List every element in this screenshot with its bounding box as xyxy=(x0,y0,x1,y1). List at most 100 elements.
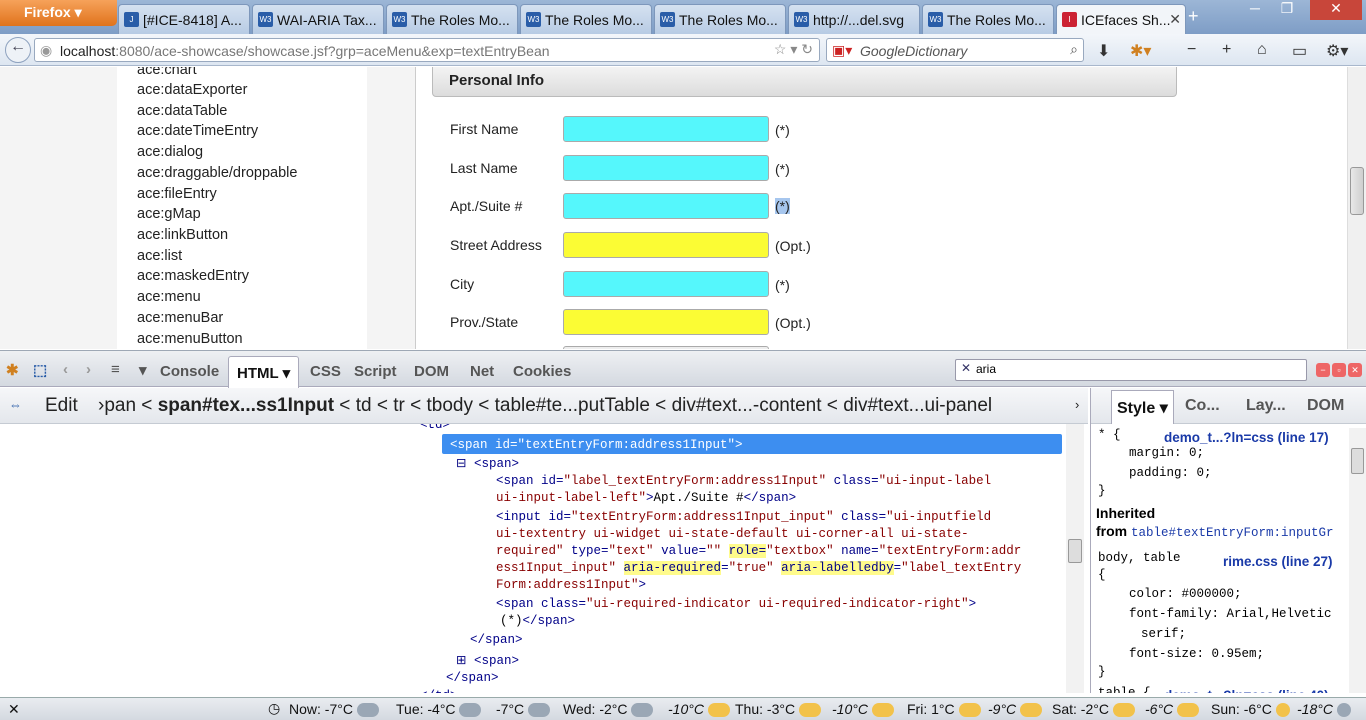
scrollbar-thumb[interactable] xyxy=(1351,448,1364,474)
inherited-from-link[interactable]: table#textEntryForm:inputGr xyxy=(1131,526,1334,540)
reload-icon[interactable]: ↻ xyxy=(801,41,813,57)
maximize-window-button[interactable]: ❐ xyxy=(1272,0,1302,20)
browser-tab[interactable]: W3 http://...del.svg xyxy=(788,4,920,34)
breadcrumb-item[interactable]: tbody xyxy=(426,395,472,416)
prov-state-input[interactable] xyxy=(563,309,769,335)
breadcrumb-item[interactable]: table#te...putTable xyxy=(495,395,650,416)
firebug-icon[interactable]: ✱ xyxy=(6,361,19,379)
tab-console[interactable]: Console xyxy=(160,363,219,380)
tools-menu-icon[interactable]: ⚙▾ xyxy=(1326,41,1348,61)
sidebar-item[interactable]: ace:chart xyxy=(137,67,197,78)
browser-tab[interactable]: W3 The Roles Mo... xyxy=(520,4,652,34)
sidebar-item[interactable]: ace:menuBar xyxy=(137,310,223,326)
close-window-button[interactable]: ✕ xyxy=(1310,0,1362,20)
firefox-menu-button[interactable]: Firefox ▾ xyxy=(0,0,117,26)
bookmark-star-icon[interactable]: ☆ xyxy=(774,41,787,57)
tree-line[interactable]: <span class="ui-required-indicator ui-re… xyxy=(496,597,976,611)
weather-item[interactable]: -6°C xyxy=(1145,701,1200,718)
tree-line[interactable]: ⊞ <span> xyxy=(456,652,519,668)
scroll-left-icon[interactable]: ⇔ xyxy=(9,397,22,412)
tab-cookies[interactable]: Cookies xyxy=(513,363,571,380)
css-property[interactable]: font-family: Arial,Helvetic xyxy=(1129,607,1332,621)
back-arrow-icon[interactable]: ‹ xyxy=(63,361,68,378)
dropdown-arrow-icon[interactable]: ▾ xyxy=(139,361,147,379)
sidebar-item[interactable]: ace:gMap xyxy=(137,206,201,222)
css-selector[interactable]: * { xyxy=(1098,428,1121,442)
tree-line[interactable]: ⊟ <span> xyxy=(456,455,519,471)
search-engine-box[interactable]: ▣▾ GoogleDictionary ⌕ xyxy=(826,38,1084,62)
tree-line[interactable]: <span id="label_textEntryForm:address1In… xyxy=(496,474,991,488)
clear-search-icon[interactable]: ✕ xyxy=(961,361,971,375)
sidebar-item[interactable]: ace:menuButton xyxy=(137,331,243,347)
tab-dom[interactable]: DOM xyxy=(414,363,449,380)
weather-item[interactable]: Fri: 1°C xyxy=(907,701,981,718)
edit-button[interactable]: Edit xyxy=(45,395,78,417)
dropdown-arrow-icon[interactable]: ▾ xyxy=(790,41,797,57)
breadcrumb-item[interactable]: div#text...ui-panel xyxy=(843,395,992,416)
sidebar-item[interactable]: ace:fileEntry xyxy=(137,186,217,202)
weather-item[interactable]: -10°C xyxy=(668,701,730,718)
selected-tree-line[interactable]: ⊟ <span id="textEntryForm:address1Input"… xyxy=(432,436,743,452)
sidebar-item[interactable]: ace:dataTable xyxy=(137,103,227,119)
tab-computed[interactable]: Co... xyxy=(1185,397,1220,415)
breadcrumb-item[interactable]: td xyxy=(356,395,372,416)
scrollbar-thumb[interactable] xyxy=(1068,539,1082,563)
minimize-window-button[interactable]: ─ xyxy=(1240,0,1270,20)
breadcrumb-item[interactable]: ›pan xyxy=(98,395,136,416)
download-icon[interactable]: ⬇ xyxy=(1097,41,1110,61)
browser-tab[interactable]: W3 WAI-ARIA Tax... xyxy=(252,4,384,34)
firebug-icon[interactable]: ✱▾ xyxy=(1130,41,1151,61)
css-source-link[interactable]: rime.css (line 27) xyxy=(1223,554,1333,569)
browser-tab[interactable]: J [#ICE-8418] A... xyxy=(118,4,250,34)
sidebar-item[interactable]: ace:dateTimeEntry xyxy=(137,123,258,139)
forward-arrow-icon[interactable]: › xyxy=(86,361,91,378)
browser-tab[interactable]: W3 The Roles Mo... xyxy=(654,4,786,34)
sidebar-item[interactable]: ace:dialog xyxy=(137,144,203,160)
close-tab-icon[interactable]: ✕ xyxy=(1169,11,1181,28)
weather-item[interactable]: Sun: -6°C xyxy=(1211,701,1290,718)
tab-net[interactable]: Net xyxy=(470,363,494,380)
weather-item[interactable]: -18°C xyxy=(1297,701,1351,718)
inspect-element-icon[interactable]: ⬚ xyxy=(33,361,47,379)
next-input-partial[interactable] xyxy=(563,346,769,349)
search-icon[interactable]: ⌕ xyxy=(1070,41,1078,58)
weather-item[interactable]: Wed: -2°C xyxy=(563,701,654,718)
tab-script[interactable]: Script xyxy=(354,363,397,380)
page-scrollbar[interactable] xyxy=(1347,67,1366,349)
tree-line[interactable]: <input id="textEntryForm:address1Input_i… xyxy=(496,510,991,524)
tree-line[interactable]: </span> xyxy=(446,671,499,685)
css-source-link[interactable]: demo_t...?ln=css (line 17) xyxy=(1164,430,1329,445)
detach-firebug-icon[interactable]: ▫ xyxy=(1332,363,1346,377)
tree-line[interactable]: </td> xyxy=(420,689,458,693)
sidebar-item[interactable]: ace:dataExporter xyxy=(137,82,247,98)
search-engine-icon[interactable]: ▣▾ xyxy=(832,42,852,59)
firebug-search-input[interactable]: ✕ aria xyxy=(955,359,1307,381)
tab-html[interactable]: HTML ▾ xyxy=(228,356,300,388)
breadcrumb-item[interactable]: div#text...-content xyxy=(672,395,822,416)
weather-item[interactable]: -7°C xyxy=(496,701,551,718)
weather-item[interactable]: Now: -7°C xyxy=(289,701,379,718)
breadcrumb-item-selected[interactable]: span#tex...ss1Input xyxy=(158,395,334,416)
zoom-out-icon[interactable]: − xyxy=(1187,41,1196,59)
page-scrollbar-thumb[interactable] xyxy=(1350,167,1364,215)
home-icon[interactable]: ⌂ xyxy=(1257,41,1267,59)
sidebar-item[interactable]: ace:menu xyxy=(137,289,201,305)
street-address-input[interactable] xyxy=(563,232,769,258)
side-panel-scrollbar[interactable] xyxy=(1349,428,1366,693)
tree-line[interactable]: </span> xyxy=(470,633,523,647)
close-addon-bar-icon[interactable]: ✕ xyxy=(8,701,20,718)
css-source-link[interactable]: demo_t...?ln=css (line 40) xyxy=(1164,688,1329,693)
tab-dom[interactable]: DOM xyxy=(1307,397,1344,415)
fullscreen-icon[interactable]: ▭ xyxy=(1292,41,1307,61)
weather-item[interactable]: Sat: -2°C xyxy=(1052,701,1135,718)
city-input[interactable] xyxy=(563,271,769,297)
sidebar-item[interactable]: ace:linkButton xyxy=(137,227,228,243)
script-list-icon[interactable]: ≡ xyxy=(111,361,120,378)
browser-tab[interactable]: W3 The Roles Mo... xyxy=(922,4,1054,34)
weather-item[interactable]: -9°C xyxy=(988,701,1043,718)
zoom-in-icon[interactable]: + xyxy=(1222,41,1231,59)
css-property[interactable]: padding: 0; xyxy=(1129,466,1212,480)
scroll-right-icon[interactable]: › xyxy=(1075,397,1079,412)
back-button[interactable]: ← xyxy=(5,37,31,63)
weather-item[interactable]: -10°C xyxy=(832,701,894,718)
